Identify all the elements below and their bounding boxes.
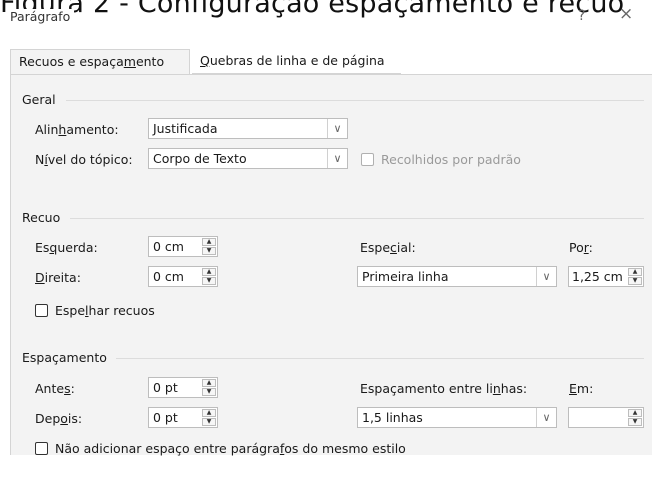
entre-linhas-select[interactable]: 1,5 linhas ∨: [357, 407, 557, 428]
spin-down-icon[interactable]: ▼: [628, 418, 642, 426]
spin-up-icon[interactable]: ▲: [202, 238, 216, 246]
entre-linhas-label: Espaçamento entre linhas:: [360, 381, 528, 396]
spin-down-icon[interactable]: ▼: [202, 418, 216, 426]
spin-down-icon[interactable]: ▼: [202, 388, 216, 396]
spin-up-icon[interactable]: ▲: [202, 409, 216, 417]
nao-adicionar-label: Não adicionar espaço entre parágrafos do…: [55, 441, 406, 456]
espelhar-checkbox[interactable]: [35, 304, 48, 317]
direita-spinner[interactable]: 0 cm ▲ ▼: [148, 266, 218, 287]
chevron-down-icon[interactable]: ∨: [536, 408, 556, 427]
spin-up-icon[interactable]: ▲: [628, 409, 642, 417]
help-icon[interactable]: ?: [578, 8, 585, 24]
nivel-select[interactable]: Corpo de Texto ∨: [148, 148, 348, 169]
espelhar-label: Espelhar recuos: [55, 303, 155, 318]
section-divider: [116, 358, 644, 359]
paragraph-dialog: Parágrafo ? × Recuos e espaçamento Quebr…: [0, 0, 652, 481]
tab-quebras-de-linha[interactable]: Quebras de linha e de página: [192, 49, 401, 74]
recolhidos-label: Recolhidos por padrão: [381, 152, 521, 167]
recolhidos-checkbox[interactable]: [361, 153, 374, 166]
direita-label: Direita:: [35, 270, 81, 285]
spin-up-icon[interactable]: ▲: [202, 379, 216, 387]
em-label: Em:: [569, 381, 594, 396]
dialog-title: Parágrafo: [10, 9, 75, 24]
spin-up-icon[interactable]: ▲: [202, 268, 216, 276]
chevron-down-icon[interactable]: ∨: [536, 267, 556, 286]
especial-label: Especial:: [360, 240, 416, 255]
chevron-down-icon[interactable]: ∨: [327, 119, 347, 138]
esquerda-label: Esquerda:: [35, 240, 98, 255]
spin-down-icon[interactable]: ▼: [202, 277, 216, 285]
em-spinner[interactable]: ▲ ▼: [568, 407, 644, 428]
nivel-label: Nível do tópico:: [35, 152, 133, 167]
close-icon[interactable]: ×: [619, 4, 633, 24]
spin-down-icon[interactable]: ▼: [202, 247, 216, 255]
esquerda-spinner[interactable]: 0 cm ▲ ▼: [148, 236, 218, 257]
alinhamento-select[interactable]: Justificada ∨: [148, 118, 348, 139]
spin-down-icon[interactable]: ▼: [628, 277, 642, 285]
alinhamento-label: Alinhamento:: [35, 122, 119, 137]
por-label: Por:: [569, 240, 593, 255]
spin-up-icon[interactable]: ▲: [628, 268, 642, 276]
especial-select[interactable]: Primeira linha ∨: [357, 266, 557, 287]
por-spinner[interactable]: 1,25 cm ▲ ▼: [568, 266, 644, 287]
section-divider: [66, 100, 644, 101]
antes-spinner[interactable]: 0 pt ▲ ▼: [148, 377, 218, 398]
chevron-down-icon[interactable]: ∨: [327, 149, 347, 168]
depois-label: Depois:: [35, 411, 83, 426]
section-title-recuo: Recuo: [22, 210, 61, 225]
section-divider: [70, 218, 644, 219]
depois-spinner[interactable]: 0 pt ▲ ▼: [148, 407, 218, 428]
section-title-espacamento: Espaçamento: [22, 350, 107, 365]
antes-label: Antes:: [35, 381, 75, 396]
section-title-geral: Geral: [22, 92, 56, 107]
nao-adicionar-checkbox[interactable]: [35, 442, 48, 455]
tab-recuos-e-espacamento[interactable]: Recuos e espaçamento: [10, 49, 190, 74]
